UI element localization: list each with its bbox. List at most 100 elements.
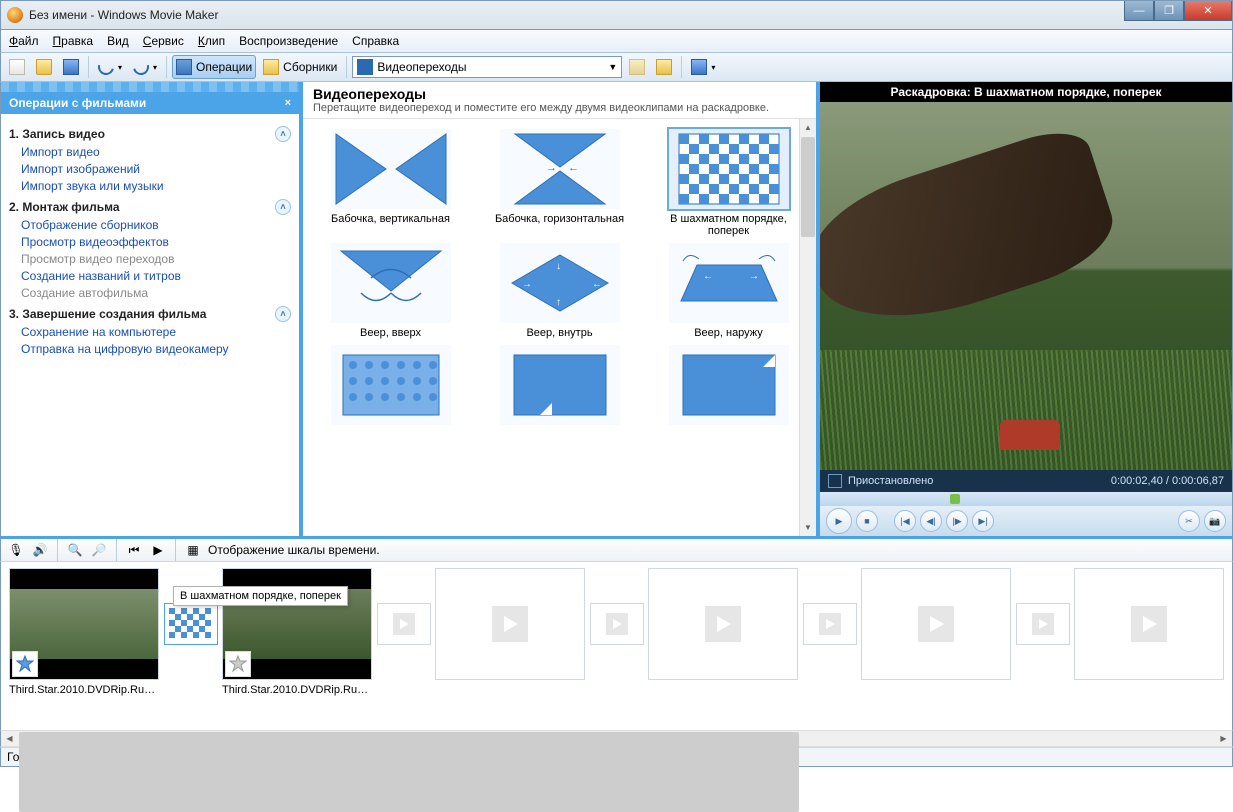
collections-button[interactable]: Сборники — [259, 55, 341, 79]
task-link[interactable]: Сохранение на компьютере — [21, 325, 291, 339]
transition-item[interactable]: Веер, вверх — [311, 243, 470, 339]
window-close-button[interactable]: ✕ — [1184, 1, 1232, 21]
transition-item[interactable]: →← Бабочка, горизонтальная — [480, 129, 639, 237]
task-pane-header: Операции с фильмами × — [1, 92, 299, 114]
window-minimize-button[interactable]: — — [1124, 1, 1154, 21]
transition-item[interactable] — [649, 345, 808, 429]
step-back-button[interactable]: ◀| — [920, 510, 942, 532]
clip-slot-empty[interactable] — [435, 568, 585, 730]
timeline-view-label[interactable]: Отображение шкалы времени. — [208, 543, 380, 557]
clip-label: Third.Star.2010.DVDRip.Rus-... — [9, 684, 159, 696]
timeline-audio-icon[interactable]: 🔊 — [31, 541, 49, 559]
menubar: Файл Правка Вид Сервис Клип Воспроизведе… — [0, 30, 1233, 52]
menu-clip[interactable]: Клип — [198, 34, 225, 48]
split-button[interactable]: ✂ — [1178, 510, 1200, 532]
window-maximize-button[interactable]: ❐ — [1154, 1, 1184, 21]
svg-text:←: ← — [568, 162, 579, 174]
task-link[interactable]: Просмотр видеоэффектов — [21, 235, 291, 249]
transition-tooltip: В шахматном порядке, поперек — [173, 586, 348, 606]
task-link[interactable]: Отправка на цифровую видеокамеру — [21, 342, 291, 356]
transitions-icon — [357, 59, 373, 75]
timeline-play-icon[interactable]: ▶ — [149, 541, 167, 559]
nav-new-folder-button[interactable] — [652, 55, 676, 79]
menu-edit[interactable]: Правка — [53, 34, 94, 48]
undo-button[interactable]: ▾ — [94, 55, 126, 79]
clip-label: Third.Star.2010.DVDRip.Rus-... — [222, 684, 372, 696]
chevron-up-icon: ˄ — [275, 199, 291, 215]
task-link[interactable]: Импорт изображений — [21, 162, 291, 176]
preview-pane: Раскадровка: В шахматном порядке, попере… — [816, 82, 1232, 536]
task-link: Просмотр видео переходов — [21, 252, 291, 266]
stop-button[interactable]: ■ — [856, 510, 878, 532]
task-section-1-header[interactable]: 1. Запись видео˄ — [9, 126, 291, 142]
task-section-3-header[interactable]: 3. Завершение создания фильма˄ — [9, 306, 291, 322]
zoom-in-icon[interactable]: 🔍 — [66, 541, 84, 559]
clip-slot-empty[interactable] — [648, 568, 798, 730]
svg-text:←: ← — [703, 271, 713, 282]
transition-item[interactable]: Бабочка, вертикальная — [311, 129, 470, 237]
transition-item[interactable] — [311, 345, 470, 429]
menu-tools[interactable]: Сервис — [143, 34, 184, 48]
task-link[interactable]: Создание названий и титров — [21, 269, 291, 283]
transition-slot[interactable] — [585, 568, 648, 680]
storyboard-scrollbar[interactable]: ◀▶ — [0, 730, 1233, 747]
save-button[interactable] — [59, 55, 83, 79]
next-clip-button[interactable]: ▶| — [972, 510, 994, 532]
chevron-up-icon: ˄ — [275, 126, 291, 142]
new-button[interactable] — [5, 55, 29, 79]
location-dropdown[interactable]: Видеопереходы ▼ — [352, 56, 622, 78]
window-title: Без имени - Windows Movie Maker — [29, 8, 218, 22]
snapshot-button[interactable]: 📷 — [1204, 510, 1226, 532]
task-pane-close-icon[interactable]: × — [285, 97, 291, 109]
preview-seek-bar[interactable] — [820, 492, 1232, 506]
titlebar: Без имени - Windows Movie Maker — ❐ ✕ — [0, 0, 1233, 30]
svg-text:↓: ↓ — [556, 261, 561, 272]
tasks-button[interactable]: Операции — [172, 55, 256, 79]
timeline-rewind-icon[interactable]: ⏮ — [125, 541, 143, 559]
clip-slot[interactable]: Third.Star.2010.DVDRip.Rus-... — [9, 568, 159, 730]
menu-help[interactable]: Справка — [352, 34, 399, 48]
redo-button[interactable]: ▾ — [129, 55, 161, 79]
transition-item[interactable]: ↓↑→← Веер, внутрь — [480, 243, 639, 339]
clip-slot-empty[interactable] — [1074, 568, 1224, 730]
svg-text:←: ← — [592, 279, 602, 290]
transition-item[interactable] — [480, 345, 639, 429]
effect-badge[interactable] — [225, 651, 251, 677]
transition-slot-filled[interactable] — [164, 603, 218, 645]
toolbar: ▾ ▾ Операции Сборники Видеопереходы ▼ ▾ — [0, 52, 1233, 82]
menu-file[interactable]: Файл — [9, 34, 39, 48]
view-mode-button[interactable]: ▾ — [687, 55, 719, 79]
menu-play[interactable]: Воспроизведение — [239, 34, 338, 48]
menu-view[interactable]: Вид — [107, 34, 129, 48]
svg-text:→: → — [749, 271, 759, 282]
preview-status-bar: Приостановлено 0:00:02,40 / 0:00:06,87 — [820, 470, 1232, 492]
transition-slot[interactable] — [798, 568, 861, 680]
task-link[interactable]: Отображение сборников — [21, 218, 291, 232]
timeline-view-icon[interactable]: ▦ — [184, 541, 202, 559]
nav-up-button[interactable] — [625, 55, 649, 79]
collection-scrollbar[interactable]: ▲▼ — [799, 119, 816, 536]
open-button[interactable] — [32, 55, 56, 79]
clip-slot-empty[interactable] — [861, 568, 1011, 730]
transition-item[interactable]: ←→ Веер, наружу — [649, 243, 808, 339]
transition-slot[interactable] — [1011, 568, 1074, 680]
zoom-out-icon[interactable]: 🔎 — [90, 541, 108, 559]
storyboard[interactable]: Third.Star.2010.DVDRip.Rus-... В шахматн… — [0, 562, 1233, 730]
task-pane-decoration — [1, 82, 299, 92]
step-fwd-button[interactable]: |▶ — [946, 510, 968, 532]
transition-slot[interactable]: В шахматном порядке, поперек — [159, 568, 222, 680]
collection-title: Видеопереходы — [313, 86, 806, 102]
task-link[interactable]: Импорт видео — [21, 145, 291, 159]
transition-item-selected[interactable]: В шахматном порядке, поперек — [649, 129, 808, 237]
task-link[interactable]: Импорт звука или музыки — [21, 179, 291, 193]
task-section-2-header[interactable]: 2. Монтаж фильма˄ — [9, 199, 291, 215]
collection-subtitle: Перетащите видеопереход и поместите его … — [313, 102, 806, 114]
effect-badge[interactable] — [12, 651, 38, 677]
preview-video — [820, 102, 1232, 470]
transition-slot[interactable] — [372, 568, 435, 680]
prev-clip-button[interactable]: |◀ — [894, 510, 916, 532]
timeline-narrate-icon[interactable]: 🎙 — [7, 541, 25, 559]
monitor-icon — [828, 474, 842, 488]
task-link: Создание автофильма — [21, 286, 291, 300]
play-button[interactable]: ▶ — [826, 508, 852, 534]
